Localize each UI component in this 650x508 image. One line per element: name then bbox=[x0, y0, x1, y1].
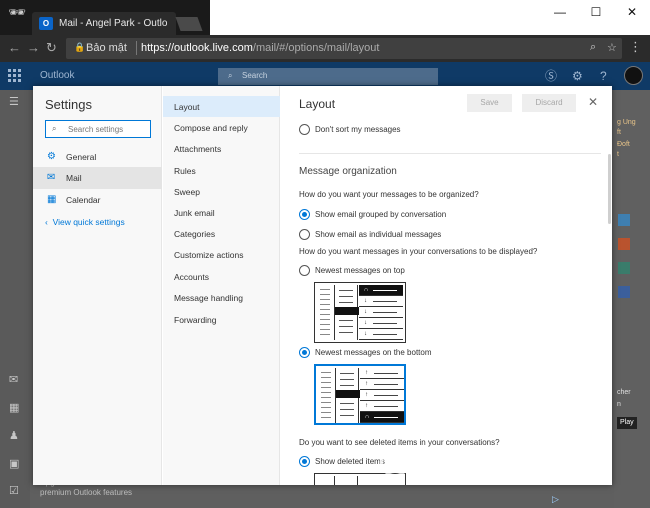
category-general[interactable]: ⚙ General bbox=[33, 146, 162, 168]
browser-titlebar: 🕶 O Mail - Angel Park - Outlo — ☐ ✕ bbox=[0, 0, 650, 36]
radio-individual[interactable] bbox=[299, 229, 310, 240]
search-icon: ⌕ bbox=[228, 71, 233, 80]
ad-strip bbox=[614, 90, 650, 508]
maximize-button[interactable]: ☐ bbox=[578, 0, 614, 24]
security-label: Bảo mật bbox=[86, 42, 127, 54]
skype-icon[interactable]: Ⓢ bbox=[545, 69, 557, 83]
settings-dialog: Settings ⌕ Search settings ⚙ General ✉ M… bbox=[33, 86, 612, 485]
subnav-junk-email[interactable]: Junk email bbox=[163, 202, 280, 223]
radio-grouped[interactable] bbox=[299, 209, 310, 220]
option-individual: Show email as individual messages bbox=[315, 230, 442, 239]
help-icon[interactable]: ? bbox=[600, 69, 607, 83]
bookmark-star-icon[interactable]: ☆ bbox=[607, 41, 617, 54]
preview-newest-top[interactable]: ∩ ↓ ↓ ↓ ↓ bbox=[314, 282, 406, 343]
subnav-rules[interactable]: Rules bbox=[163, 160, 280, 181]
subnav-attachments[interactable]: Attachments bbox=[163, 138, 280, 159]
section-title: Message organization bbox=[299, 166, 397, 177]
url-bar[interactable]: 🔒 Bảo mật https://outlook.live.com/mail/… bbox=[66, 38, 622, 59]
layout-settings-pane: Layout Save Discard ✕ Don't sort my mess… bbox=[281, 86, 612, 485]
question-organize: How do you want your messages to be orga… bbox=[299, 190, 479, 199]
subnav-accounts[interactable]: Accounts bbox=[163, 266, 280, 287]
photos-icon[interactable]: ▣ bbox=[9, 457, 19, 470]
lock-icon: 🔒 bbox=[74, 42, 86, 52]
option-grouped: Show email grouped by conversation bbox=[315, 210, 447, 219]
outlook-brand[interactable]: Outlook bbox=[40, 70, 74, 81]
reload-icon[interactable]: ↻ bbox=[46, 41, 57, 55]
subnav-message-handling[interactable]: Message handling bbox=[163, 287, 280, 308]
ad-tile bbox=[618, 214, 630, 226]
app-launcher-icon[interactable] bbox=[8, 69, 21, 82]
browser-menu-icon[interactable]: ⋮ bbox=[629, 40, 642, 54]
back-arrow-icon[interactable]: ← bbox=[8, 41, 21, 55]
discard-button[interactable]: Discard bbox=[522, 94, 576, 112]
subnav-categories[interactable]: Categories bbox=[163, 223, 280, 244]
category-mail[interactable]: ✉ Mail bbox=[33, 167, 162, 189]
calendar-icon: ▦ bbox=[47, 194, 57, 205]
ad-tile bbox=[618, 262, 630, 274]
outlook-favicon-icon: O bbox=[39, 17, 53, 30]
ad-tile bbox=[618, 286, 630, 298]
ad-text: g Ung bbox=[617, 119, 636, 126]
outlook-search-placeholder: Search bbox=[242, 71, 268, 80]
url-text: https://outlook.live.com/mail/#/options/… bbox=[141, 42, 380, 54]
settings-search-placeholder: Search settings bbox=[68, 125, 124, 134]
tasks-icon[interactable]: ☑ bbox=[9, 484, 19, 497]
gear-icon: ⚙ bbox=[47, 151, 56, 162]
category-calendar[interactable]: ▦ Calendar bbox=[33, 189, 162, 211]
outlook-search-box[interactable]: ⌕ Search bbox=[218, 68, 438, 85]
settings-title: Settings bbox=[45, 97, 92, 112]
subnav-forwarding[interactable]: Forwarding bbox=[163, 309, 280, 330]
mail-settings-nav: Layout Compose and reply Attachments Rul… bbox=[163, 86, 280, 485]
option-dont-sort: Don't sort my messages bbox=[315, 125, 401, 134]
gear-icon[interactable]: ⚙ bbox=[572, 69, 583, 83]
tab-title: Mail - Angel Park - Outlo bbox=[59, 18, 168, 29]
preview-newest-bottom[interactable]: ↑ ↑ ↑ ↑ ∩ bbox=[314, 364, 406, 425]
settings-categories: Settings ⌕ Search settings ⚙ General ✉ M… bbox=[33, 86, 162, 485]
mail-icon: ✉ bbox=[47, 172, 56, 183]
view-quick-settings-link[interactable]: ‹ View quick settings bbox=[45, 217, 125, 227]
zoom-icon[interactable]: ⌕ bbox=[590, 41, 596, 54]
forward-arrow-icon[interactable]: → bbox=[27, 41, 40, 55]
radio-show-deleted[interactable] bbox=[299, 456, 310, 467]
radio-newest-bottom[interactable] bbox=[299, 347, 310, 358]
option-newest-top: Newest messages on top bbox=[315, 266, 405, 275]
browser-tab[interactable]: O Mail - Angel Park - Outlo bbox=[32, 12, 176, 36]
calendar-icon[interactable]: ▦ bbox=[9, 401, 19, 414]
mail-icon[interactable]: ✉ bbox=[9, 373, 18, 386]
subnav-layout[interactable]: Layout bbox=[163, 96, 280, 117]
ad-tile bbox=[618, 238, 630, 250]
scrollbar[interactable] bbox=[608, 154, 611, 224]
incognito-icon: 🕶 bbox=[8, 4, 26, 20]
subnav-customize-actions[interactable]: Customize actions bbox=[163, 244, 280, 265]
left-rail: ☰ ✉ ▦ ♟ ▣ ☑ bbox=[0, 90, 30, 508]
close-icon[interactable]: ✕ bbox=[588, 95, 598, 109]
settings-search-input[interactable]: ⌕ Search settings bbox=[45, 120, 151, 138]
watermark: uantrimang bbox=[385, 441, 599, 481]
search-icon: ⌕ bbox=[52, 124, 57, 133]
avatar[interactable] bbox=[624, 66, 643, 85]
option-newest-bottom: Newest messages on the bottom bbox=[315, 348, 432, 357]
google-play-badge[interactable]: Play bbox=[617, 417, 637, 429]
radio-newest-top[interactable] bbox=[299, 265, 310, 276]
page-title: Layout bbox=[299, 97, 336, 111]
new-tab-button[interactable] bbox=[175, 17, 203, 31]
divider bbox=[299, 153, 601, 154]
subnav-compose-and-reply[interactable]: Compose and reply bbox=[163, 117, 280, 138]
subnav-sweep[interactable]: Sweep bbox=[163, 181, 280, 202]
ad-choices-icon[interactable]: ▷ bbox=[552, 494, 559, 505]
hamburger-icon[interactable]: ☰ bbox=[9, 95, 19, 108]
minimize-button[interactable]: — bbox=[542, 0, 578, 24]
address-toolbar: ← → ↻ 🔒 Bảo mật https://outlook.live.com… bbox=[0, 35, 650, 62]
close-window-button[interactable]: ✕ bbox=[614, 0, 650, 24]
question-display: How do you want messages in your convers… bbox=[299, 247, 538, 256]
radio-dont-sort[interactable] bbox=[299, 124, 310, 135]
people-icon[interactable]: ♟ bbox=[9, 429, 19, 442]
save-button[interactable]: Save bbox=[467, 94, 512, 112]
option-show-deleted: Show deleted items bbox=[315, 457, 385, 466]
